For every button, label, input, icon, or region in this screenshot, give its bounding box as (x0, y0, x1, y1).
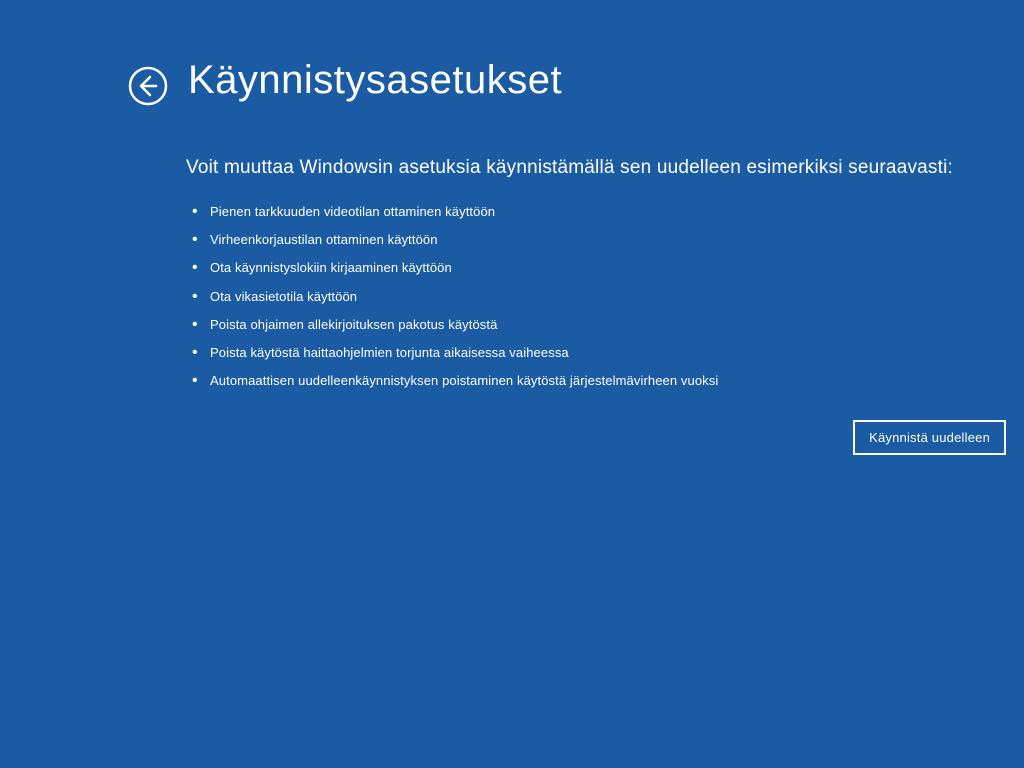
back-button[interactable] (128, 66, 168, 106)
content-area: Voit muuttaa Windowsin asetuksia käynnis… (0, 103, 1024, 390)
restart-button[interactable]: Käynnistä uudelleen (853, 420, 1006, 455)
list-item: Ota vikasietotila käyttöön (186, 288, 964, 306)
arrow-left-circle-icon (128, 66, 168, 106)
header: Käynnistysasetukset (0, 0, 1024, 103)
page-title: Käynnistysasetukset (188, 58, 562, 103)
list-item: Pienen tarkkuuden videotilan ottaminen k… (186, 203, 964, 221)
list-item: Ota käynnistyslokiin kirjaaminen käyttöö… (186, 259, 964, 277)
list-item: Virheenkorjaustilan ottaminen käyttöön (186, 231, 964, 249)
startup-options-list: Pienen tarkkuuden videotilan ottaminen k… (186, 203, 964, 390)
list-item: Automaattisen uudelleenkäynnistyksen poi… (186, 372, 964, 390)
list-item: Poista ohjaimen allekirjoituksen pakotus… (186, 316, 964, 334)
subtitle: Voit muuttaa Windowsin asetuksia käynnis… (186, 157, 964, 179)
list-item: Poista käytöstä haittaohjelmien torjunta… (186, 344, 964, 362)
